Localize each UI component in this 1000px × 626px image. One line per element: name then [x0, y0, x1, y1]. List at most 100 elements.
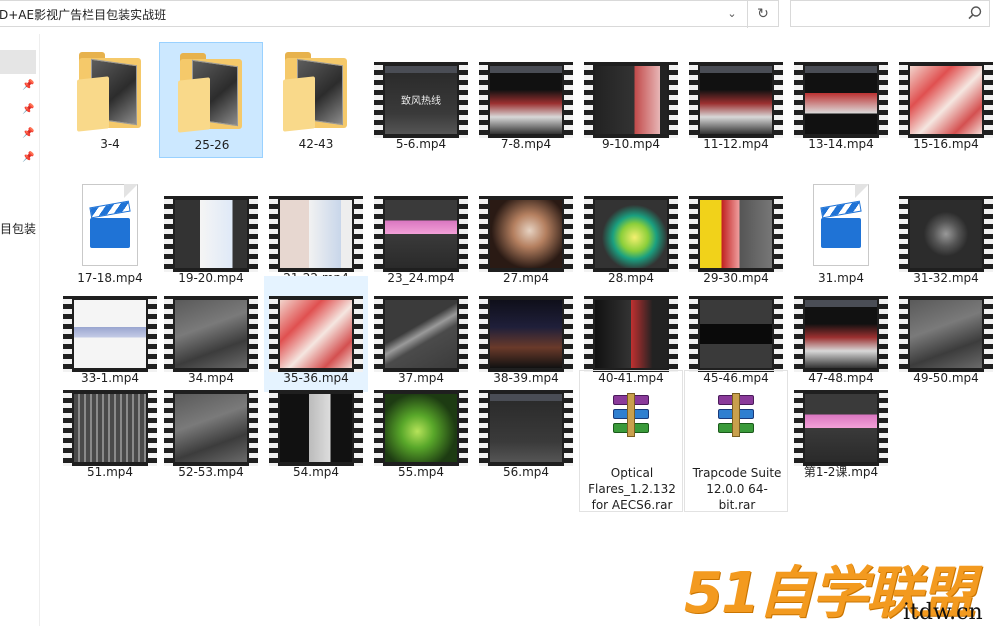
- video-thumbnail: [374, 390, 468, 466]
- video-preview: [490, 200, 562, 268]
- pin-icon[interactable]: 📌: [22, 128, 34, 140]
- file-item[interactable]: 25-26: [159, 42, 263, 158]
- file-item[interactable]: 29-30.mp4: [684, 176, 788, 292]
- video-thumbnail: [374, 296, 468, 372]
- file-name: 56.mp4: [502, 465, 550, 479]
- file-item[interactable]: 23_24.mp4: [369, 176, 473, 292]
- file-item[interactable]: 27.mp4: [474, 176, 578, 292]
- video-preview: [74, 394, 146, 462]
- file-item[interactable]: 17-18.mp4: [58, 176, 162, 292]
- video-preview: [385, 394, 457, 462]
- file-name: 54.mp4: [292, 465, 340, 479]
- navigation-pane: 📌 📌 📌 📌 目包装: [0, 34, 40, 626]
- file-name: 52-53.mp4: [178, 465, 244, 479]
- video-thumbnail: [584, 296, 678, 372]
- video-preview: 致风热线: [385, 66, 457, 134]
- video-preview: [700, 66, 772, 134]
- top-bar: D+AE影视广告栏目包装实战班 ⌄ ↻: [0, 0, 1000, 34]
- video-preview: [805, 66, 877, 134]
- chevron-down-icon[interactable]: ⌄: [721, 4, 743, 24]
- file-name: Trapcode Suite 12.0.0 64-bit.rar: [692, 466, 782, 512]
- video-thumbnail: [164, 196, 258, 272]
- video-preview: [490, 300, 562, 368]
- file-item[interactable]: 致风热线 5-6.mp4: [369, 42, 473, 158]
- video-thumbnail: [269, 296, 363, 372]
- media-file-icon: [78, 184, 142, 266]
- file-item[interactable]: 13-14.mp4: [789, 42, 893, 158]
- file-item[interactable]: 31-32.mp4: [894, 176, 998, 292]
- search-icon[interactable]: [967, 5, 983, 21]
- video-thumbnail: [269, 196, 363, 272]
- video-preview: [175, 394, 247, 462]
- video-thumbnail: [63, 390, 157, 466]
- video-thumbnail: [479, 62, 573, 138]
- video-thumbnail: [899, 196, 993, 272]
- file-item[interactable]: 49-50.mp4: [894, 276, 998, 392]
- video-preview: [700, 200, 772, 268]
- nav-item-label[interactable]: 目包装: [0, 220, 40, 237]
- video-thumbnail: [479, 196, 573, 272]
- winrar-archive-icon: [714, 393, 758, 437]
- nav-item-selected[interactable]: [0, 50, 36, 74]
- file-name: 13-14.mp4: [808, 137, 874, 151]
- video-thumbnail: [269, 390, 363, 466]
- refresh-icon[interactable]: ↻: [751, 4, 775, 24]
- video-preview: [910, 300, 982, 368]
- address-bar[interactable]: D+AE影视广告栏目包装实战班 ⌄ ↻: [0, 0, 779, 28]
- file-item[interactable]: 28.mp4: [579, 176, 683, 292]
- video-preview: [490, 394, 562, 462]
- address-separator: [747, 1, 748, 28]
- file-name: 7-8.mp4: [500, 137, 552, 151]
- file-name: 11-12.mp4: [703, 137, 769, 151]
- video-thumbnail: [164, 390, 258, 466]
- file-item[interactable]: 54.mp4: [264, 370, 368, 486]
- file-name: 3-4: [100, 137, 120, 151]
- video-thumbnail: [63, 296, 157, 372]
- search-box[interactable]: [790, 0, 990, 27]
- video-preview: [805, 394, 877, 462]
- file-item[interactable]: 11-12.mp4: [684, 42, 788, 158]
- file-item[interactable]: 7-8.mp4: [474, 42, 578, 158]
- video-thumbnail: [794, 62, 888, 138]
- pin-icon[interactable]: 📌: [22, 152, 34, 164]
- address-path[interactable]: D+AE影视广告栏目包装实战班: [0, 6, 166, 23]
- video-preview: [385, 200, 457, 268]
- video-preview: [490, 66, 562, 134]
- file-item[interactable]: 31.mp4: [789, 176, 893, 292]
- file-name: 9-10.mp4: [602, 137, 660, 151]
- video-thumbnail: [794, 296, 888, 372]
- file-item[interactable]: 19-20.mp4: [159, 176, 263, 292]
- video-thumbnail: 致风热线: [374, 62, 468, 138]
- video-preview: [175, 200, 247, 268]
- video-thumbnail: [689, 62, 783, 138]
- file-name: 42-43: [298, 137, 334, 151]
- file-name: Optical Flares_1.2.132 for AECS6.rar: [588, 466, 676, 512]
- video-thumbnail: [584, 196, 678, 272]
- file-item[interactable]: 42-43: [264, 42, 368, 158]
- video-preview: [280, 394, 352, 462]
- pin-icon[interactable]: 📌: [22, 80, 34, 92]
- file-item[interactable]: 第1-2课.mp4: [789, 370, 893, 486]
- video-preview: [910, 66, 982, 134]
- file-item[interactable]: Trapcode Suite 12.0.0 64-bit.rar: [684, 370, 788, 512]
- file-item[interactable]: 15-16.mp4: [894, 42, 998, 158]
- file-item[interactable]: 3-4: [58, 42, 162, 158]
- file-item[interactable]: 9-10.mp4: [579, 42, 683, 158]
- pin-icon[interactable]: 📌: [22, 104, 34, 116]
- video-thumbnail: [689, 296, 783, 372]
- folder-icon: [176, 51, 246, 133]
- video-thumbnail: [479, 296, 573, 372]
- file-item[interactable]: 51.mp4: [58, 370, 162, 486]
- video-preview: [385, 300, 457, 368]
- file-item[interactable]: 52-53.mp4: [159, 370, 263, 486]
- video-preview: [74, 300, 146, 368]
- file-item[interactable]: Optical Flares_1.2.132 for AECS6.rar: [579, 370, 683, 512]
- file-item[interactable]: 55.mp4: [369, 370, 473, 486]
- media-file-icon: [809, 184, 873, 266]
- video-thumbnail: [164, 296, 258, 372]
- file-item[interactable]: 56.mp4: [474, 370, 578, 486]
- video-preview: [280, 200, 352, 268]
- video-preview: [595, 200, 667, 268]
- file-item[interactable]: 21-22.mp4: [264, 176, 368, 292]
- watermark-url: itdw.cn: [903, 600, 983, 625]
